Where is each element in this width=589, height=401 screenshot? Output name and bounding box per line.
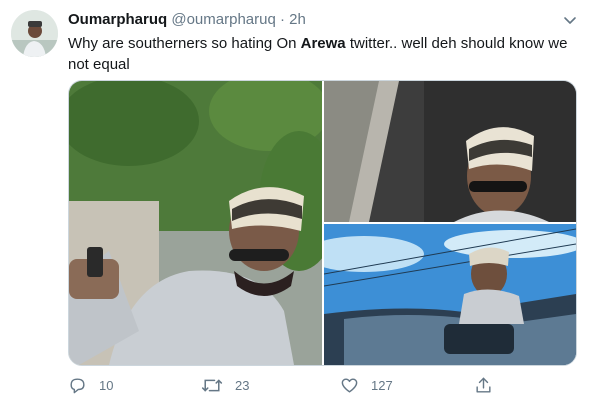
like-button[interactable]: 127 bbox=[340, 374, 393, 396]
display-name[interactable]: Oumarpharuq bbox=[68, 11, 167, 28]
chevron-down-icon[interactable] bbox=[562, 12, 578, 28]
retweet-button[interactable]: 23 bbox=[201, 374, 249, 396]
share-icon bbox=[476, 377, 491, 393]
photo-3[interactable] bbox=[324, 224, 576, 365]
avatar-image bbox=[11, 10, 58, 57]
photo-2[interactable] bbox=[324, 81, 576, 222]
timestamp[interactable]: 2h bbox=[289, 11, 306, 28]
share-button[interactable] bbox=[474, 374, 505, 396]
user-handle[interactable]: @oumarpharuq bbox=[171, 11, 275, 28]
reply-count: 10 bbox=[99, 377, 114, 393]
media-grid bbox=[68, 80, 577, 366]
separator-dot: · bbox=[279, 11, 285, 28]
reply-icon bbox=[70, 377, 85, 393]
avatar[interactable] bbox=[11, 10, 58, 57]
tweet-actions: 10 23 127 bbox=[68, 374, 588, 396]
tweet-text-part1: Why are southerners so hating On bbox=[68, 35, 301, 52]
reply-button[interactable]: 10 bbox=[68, 374, 113, 396]
retweet-icon bbox=[201, 379, 223, 391]
retweet-count: 23 bbox=[235, 377, 250, 393]
like-count: 127 bbox=[371, 377, 393, 393]
tweet-header: Oumarpharuq @oumarpharuq · 2h bbox=[68, 10, 306, 30]
tweet-text: Why are southerners so hating On Arewa t… bbox=[68, 33, 568, 75]
photo-1[interactable] bbox=[69, 81, 322, 365]
tweet-text-bold: Arewa bbox=[300, 35, 346, 52]
like-icon bbox=[341, 377, 358, 393]
